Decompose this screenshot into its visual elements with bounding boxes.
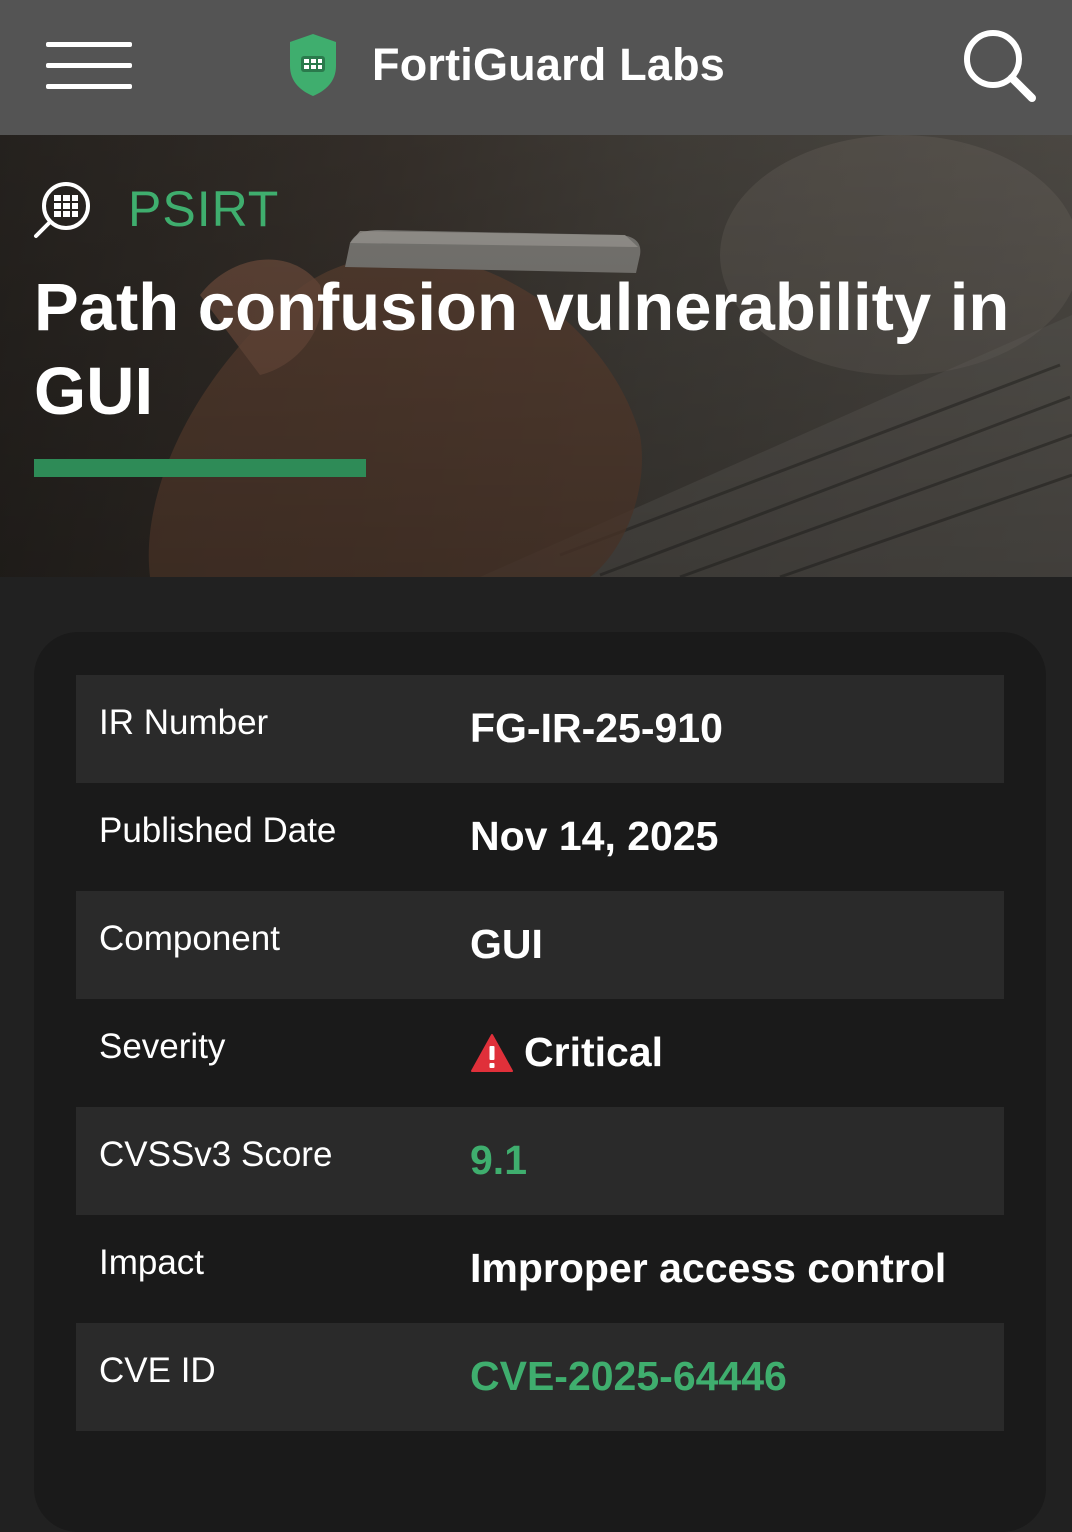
table-row: Component GUI (76, 891, 1004, 999)
table-row: CVE ID CVE-2025-64446 (76, 1323, 1004, 1431)
brand-name: FortiGuard Labs (372, 39, 726, 90)
row-label: Component (99, 919, 280, 958)
section-label[interactable]: PSIRT (32, 178, 279, 240)
title-accent-bar (34, 459, 366, 477)
advisory-details-table: IR Number FG-IR-25-910 Published Date No… (76, 675, 1004, 1431)
component-value: GUI (470, 921, 543, 967)
row-label: CVE ID (99, 1351, 216, 1390)
row-label: IR Number (99, 703, 269, 742)
cve-id-link[interactable]: CVE-2025-64446 (470, 1353, 787, 1400)
table-row: Impact Improper access control (76, 1215, 1004, 1323)
severity-value: Critical (470, 1029, 663, 1076)
table-row: Published Date Nov 14, 2025 (76, 783, 1004, 891)
table-row: CVSSv3 Score 9.1 (76, 1107, 1004, 1215)
ir-number-value: FG-IR-25-910 (470, 705, 723, 751)
row-label: Impact (99, 1243, 205, 1282)
search-icon[interactable] (960, 26, 1040, 106)
row-label: CVSSv3 Score (99, 1135, 333, 1174)
shield-logo-icon (290, 34, 336, 96)
published-date-value: Nov 14, 2025 (470, 813, 719, 859)
psirt-label: PSIRT (128, 181, 280, 237)
hamburger-menu-icon[interactable] (46, 42, 132, 90)
row-label: Published Date (99, 811, 337, 850)
row-label: Severity (99, 1027, 226, 1066)
top-navigation-bar: FortiGuard Labs (0, 0, 1072, 135)
cvss-score-value: 9.1 (470, 1137, 527, 1183)
severity-text: Critical (524, 1029, 663, 1075)
page-title: Path confusion vulnerability in GUI (34, 270, 1010, 429)
impact-value: Improper access control (470, 1245, 947, 1291)
warning-triangle-icon (471, 1033, 513, 1072)
globe-search-icon (34, 182, 90, 238)
table-row: IR Number FG-IR-25-910 (76, 675, 1004, 783)
table-row: Severity Critical (76, 999, 1004, 1107)
brand-logo[interactable]: FortiGuard Labs (286, 30, 725, 100)
